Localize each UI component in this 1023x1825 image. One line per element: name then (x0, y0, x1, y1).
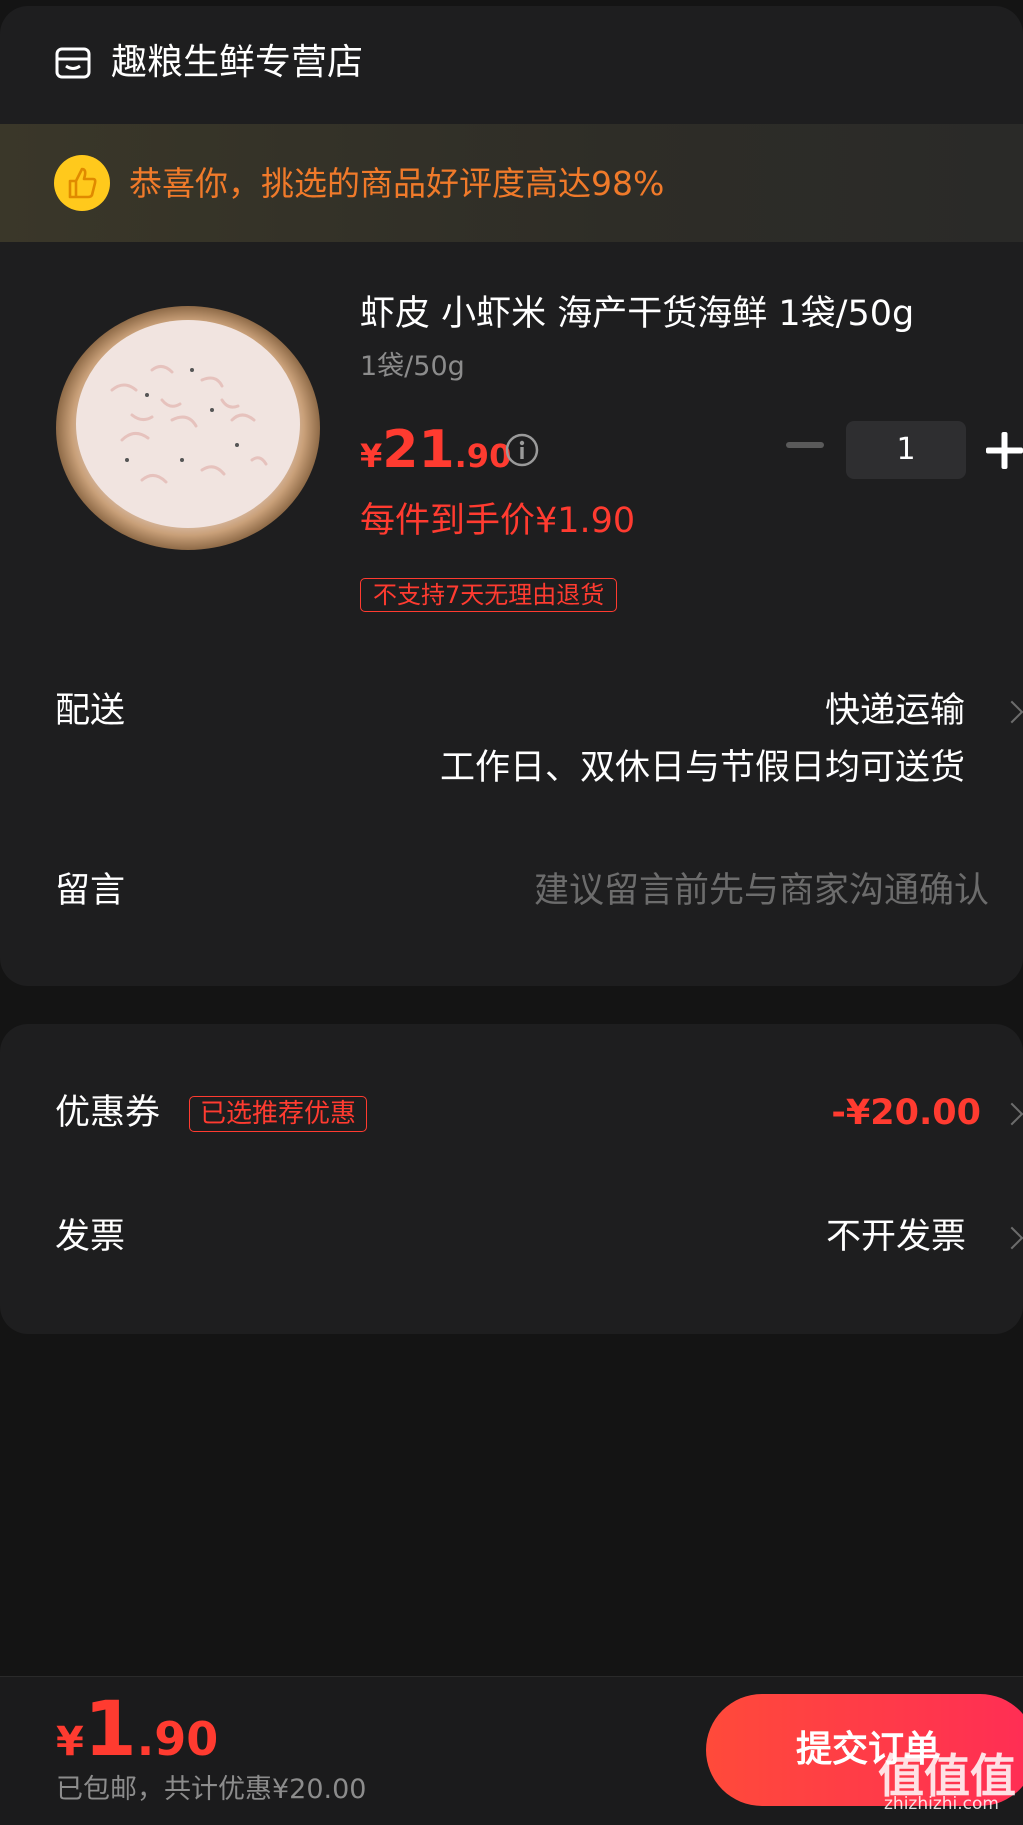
store-icon (55, 47, 91, 79)
price-decimal: .90 (454, 437, 512, 475)
coupon-label: 优惠券 (55, 1093, 161, 1133)
store-name: 趣粮生鲜专营店 (111, 42, 364, 83)
unit-final-price: 每件到手价¥1.90 (360, 501, 636, 541)
total-integer: 1 (83, 1684, 137, 1773)
total-price: ¥1.90 (56, 1684, 218, 1773)
quantity-field[interactable]: 1 (846, 421, 966, 479)
total-decimal: .90 (136, 1712, 219, 1766)
price-integer: 21 (382, 420, 455, 480)
total-summary: 已包邮，共计优惠¥20.00 (56, 1774, 367, 1805)
watermark-url: zhizhizhi.com (884, 1794, 999, 1814)
store-header[interactable]: 趣粮生鲜专营店 (0, 0, 1023, 124)
order-confirm-page: 趣粮生鲜专营店 恭喜你，挑选的商品好评度高达98% 虾皮 小虾米 海产干货海鲜 … (0, 0, 1023, 1825)
product-spec: 1袋/50g (360, 351, 465, 382)
price-symbol: ¥ (360, 437, 383, 475)
coupon-value[interactable]: -¥20.00 (831, 1090, 981, 1136)
decrease-quantity-button[interactable] (786, 442, 824, 448)
delivery-method[interactable]: 快递运输 (825, 688, 965, 734)
coupon-selected-tag: 已选推荐优惠 (189, 1096, 368, 1132)
invoice-label: 发票 (55, 1217, 126, 1257)
invoice-value[interactable]: 不开发票 (826, 1214, 966, 1260)
product-title[interactable]: 虾皮 小虾米 海产干货海鲜 1袋/50g (360, 292, 914, 336)
info-icon[interactable] (504, 432, 540, 468)
delivery-label: 配送 (55, 691, 126, 731)
delivery-note: 工作日、双休日与节假日均可送货 (439, 748, 965, 788)
message-input[interactable]: 建议留言前先与商家沟通确认 (534, 868, 989, 914)
increase-quantity-button[interactable] (986, 432, 1023, 469)
return-policy-badge: 不支持7天无理由退货 (360, 578, 618, 612)
product-image[interactable] (52, 300, 324, 554)
thumbs-up-icon (54, 155, 110, 211)
discount-card (0, 1024, 1023, 1334)
total-symbol: ¥ (56, 1719, 84, 1765)
message-label: 留言 (55, 871, 126, 911)
product-price: ¥21.90 (360, 420, 511, 480)
rating-banner-text: 恭喜你，挑选的商品好评度高达98% (129, 164, 665, 203)
